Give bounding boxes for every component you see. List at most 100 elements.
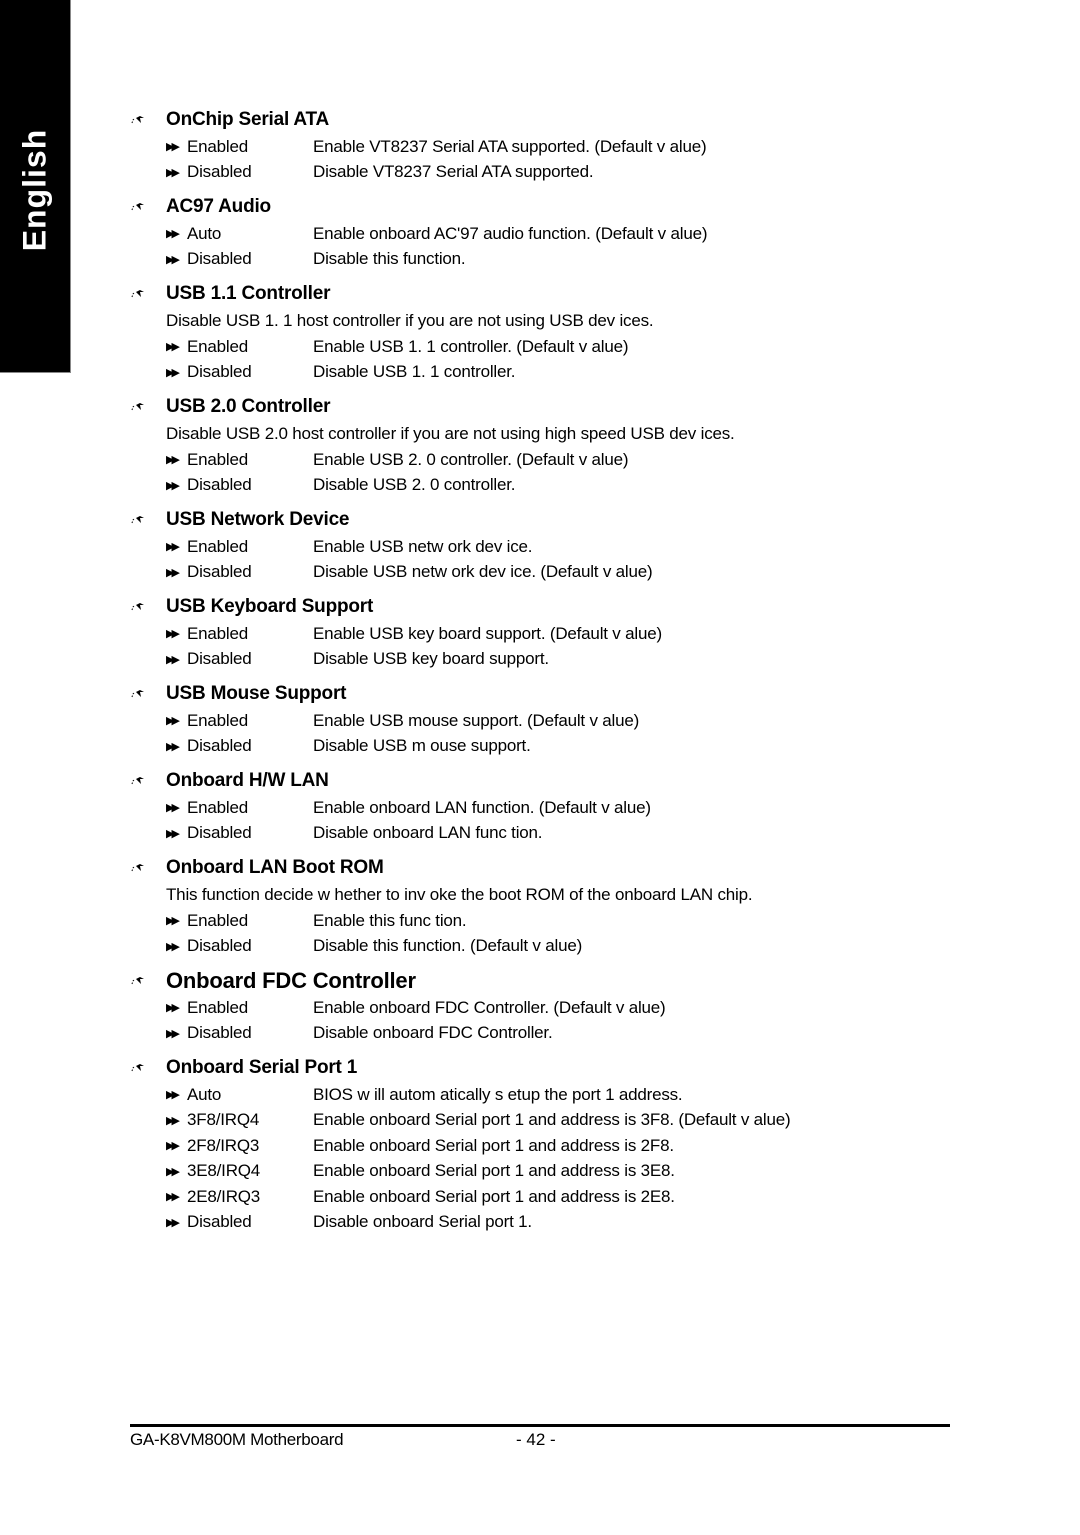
double-arrow-bullet-icon: ▶▶ (166, 166, 180, 179)
option-key-label: Auto (187, 1084, 222, 1104)
option-key: ▶▶ Enabled (166, 450, 313, 470)
option-row: ▶▶ Auto Enable onboard AC'97 audio functio… (166, 221, 980, 247)
hand-pointer-icon (130, 288, 166, 300)
setting-title: USB 1.1 Controller (166, 283, 331, 304)
double-arrow-bullet-icon: ▶▶ (166, 1002, 180, 1015)
option-key: ▶▶ Disabled (166, 649, 313, 669)
double-arrow-bullet-icon: ▶▶ (166, 740, 180, 753)
option-row: ▶▶ 2E8/IRQ3 Enable onboard Serial port 1 a… (166, 1184, 980, 1210)
option-key-label: Enabled (187, 710, 248, 730)
option-description: Enable onboard LAN function. (Default v … (313, 797, 651, 817)
option-description: Disable VT8237 Serial ATA supported. (313, 162, 594, 182)
double-arrow-bullet-icon: ▶▶ (166, 228, 180, 241)
option-row: ▶▶ Enabled Enable USB key board support. (… (166, 621, 980, 647)
option-key: ▶▶ 2E8/IRQ3 (166, 1187, 313, 1207)
setting-header: Onboard FDC Controller (130, 967, 980, 995)
double-arrow-bullet-icon: ▶▶ (166, 541, 180, 554)
option-key: ▶▶ Disabled (166, 823, 313, 843)
hand-pointer-icon (130, 975, 166, 987)
option-key: ▶▶ Disabled (166, 162, 313, 182)
double-arrow-bullet-icon: ▶▶ (166, 1216, 180, 1229)
option-key-label: Enabled (187, 136, 248, 156)
double-arrow-bullet-icon: ▶▶ (166, 1140, 180, 1153)
double-arrow-bullet-icon: ▶▶ (166, 940, 180, 953)
setting-title: OnChip Serial ATA (166, 109, 330, 130)
hand-pointer-icon (130, 114, 166, 126)
option-key-label: Disabled (187, 936, 252, 956)
option-row: ▶▶ 3F8/IRQ4 Enable onboard Serial port 1 a… (166, 1108, 980, 1134)
setting-section: USB 2.0 Controller Disable USB 2.0 host c… (130, 393, 980, 498)
option-key: ▶▶ Disabled (166, 562, 313, 582)
setting-title: Onboard FDC Controller (166, 968, 416, 993)
setting-header: USB 2.0 Controller (130, 393, 980, 421)
language-side-tab: English (0, 0, 71, 373)
setting-title: USB 2.0 Controller (166, 396, 331, 417)
option-key: ▶▶ Disabled (166, 736, 313, 756)
option-key: ▶▶ Enabled (166, 998, 313, 1018)
option-key: ▶▶ Enabled (166, 137, 313, 157)
setting-title: USB Network Device (166, 509, 350, 530)
option-key: ▶▶ 3F8/IRQ4 (166, 1110, 313, 1130)
option-key: ▶▶ 2F8/IRQ3 (166, 1136, 313, 1156)
double-arrow-bullet-icon: ▶▶ (166, 454, 180, 467)
option-row: ▶▶ 3E8/IRQ4 Enable onboard Serial port 1 a… (166, 1159, 980, 1185)
option-description: Disable this function. (313, 249, 466, 269)
double-arrow-bullet-icon: ▶▶ (166, 479, 180, 492)
setting-section: AC97 Audio ▶▶ Auto Enable onboard AC'97 aud… (130, 193, 980, 272)
double-arrow-bullet-icon: ▶▶ (166, 1089, 180, 1102)
option-key-label: Enabled (187, 536, 248, 556)
setting-header: Onboard H/W LAN (130, 767, 980, 795)
setting-header: OnChip Serial ATA (130, 106, 980, 134)
setting-header: USB 1.1 Controller (130, 280, 980, 308)
option-key: ▶▶ Enabled (166, 911, 313, 931)
double-arrow-bullet-icon: ▶▶ (166, 827, 180, 840)
option-description: BIOS w ill autom atically s etup the por… (313, 1084, 683, 1104)
setting-title: Onboard LAN Boot ROM (166, 857, 384, 878)
option-key-label: Disabled (187, 249, 252, 269)
hand-pointer-icon (130, 601, 166, 613)
double-arrow-bullet-icon: ▶▶ (166, 628, 180, 641)
setting-description: Disable USB 2.0 host controller if you a… (166, 424, 735, 443)
option-key-label: Disabled (187, 1212, 252, 1232)
option-description: Enable USB key board support. (Default v… (313, 623, 662, 643)
option-description: Enable onboard Serial port 1 and address… (313, 1186, 675, 1206)
option-description: Enable VT8237 Serial ATA supported. (Def… (313, 136, 707, 156)
option-row: ▶▶ Disabled Disable this function. (Defaul… (166, 934, 980, 960)
option-key: ▶▶ Disabled (166, 249, 313, 269)
option-description: Enable onboard Serial port 1 and address… (313, 1161, 675, 1181)
option-key: ▶▶ Enabled (166, 537, 313, 557)
option-key-label: Enabled (187, 910, 248, 930)
option-key: ▶▶ Disabled (166, 362, 313, 382)
bios-options-list: OnChip Serial ATA ▶▶ Enabled Enable VT8237 … (130, 106, 980, 1243)
setting-header: USB Keyboard Support (130, 593, 980, 621)
setting-header: Onboard LAN Boot ROM (130, 854, 980, 882)
option-row: ▶▶ Disabled Disable VT8237 Serial ATA supp… (166, 160, 980, 186)
option-key: ▶▶ Enabled (166, 337, 313, 357)
hand-pointer-icon (130, 514, 166, 526)
option-key-label: Enabled (187, 336, 248, 356)
option-key-label: Disabled (187, 475, 252, 495)
hand-pointer-icon (130, 688, 166, 700)
setting-section: Onboard Serial Port 1 ▶▶ Auto BIOS w ill au… (130, 1054, 980, 1235)
footer-page-number: - 42 - (516, 1430, 556, 1449)
option-row: ▶▶ Disabled Disable onboard Serial port 1. (166, 1210, 980, 1236)
option-description: Enable onboard FDC Controller. (Default … (313, 997, 666, 1017)
option-key: ▶▶ Auto (166, 1085, 313, 1105)
option-row: ▶▶ Disabled Disable USB m ouse support. (166, 734, 980, 760)
setting-title: USB Mouse Support (166, 683, 347, 704)
double-arrow-bullet-icon: ▶▶ (166, 141, 180, 154)
option-key-label: Disabled (187, 736, 252, 756)
option-row: ▶▶ Disabled Disable USB key board support. (166, 647, 980, 673)
option-description: Enable USB 1. 1 controller. (Default v a… (313, 336, 629, 356)
double-arrow-bullet-icon: ▶▶ (166, 715, 180, 728)
double-arrow-bullet-icon: ▶▶ (166, 653, 180, 666)
option-row: ▶▶ Enabled Enable onboard FDC Controller. … (166, 995, 980, 1021)
option-key-label: Enabled (187, 797, 248, 817)
option-row: ▶▶ Disabled Disable USB netw ork dev ice. … (166, 560, 980, 586)
option-row: ▶▶ Enabled Enable USB 1. 1 controller. (De… (166, 334, 980, 360)
option-row: ▶▶ Disabled Disable onboard LAN func tion. (166, 821, 980, 847)
option-description: Enable onboard Serial port 1 and address… (313, 1135, 674, 1155)
option-description: Enable USB netw ork dev ice. (313, 536, 533, 556)
option-key: ▶▶ Enabled (166, 798, 313, 818)
option-key: ▶▶ Disabled (166, 1023, 313, 1043)
